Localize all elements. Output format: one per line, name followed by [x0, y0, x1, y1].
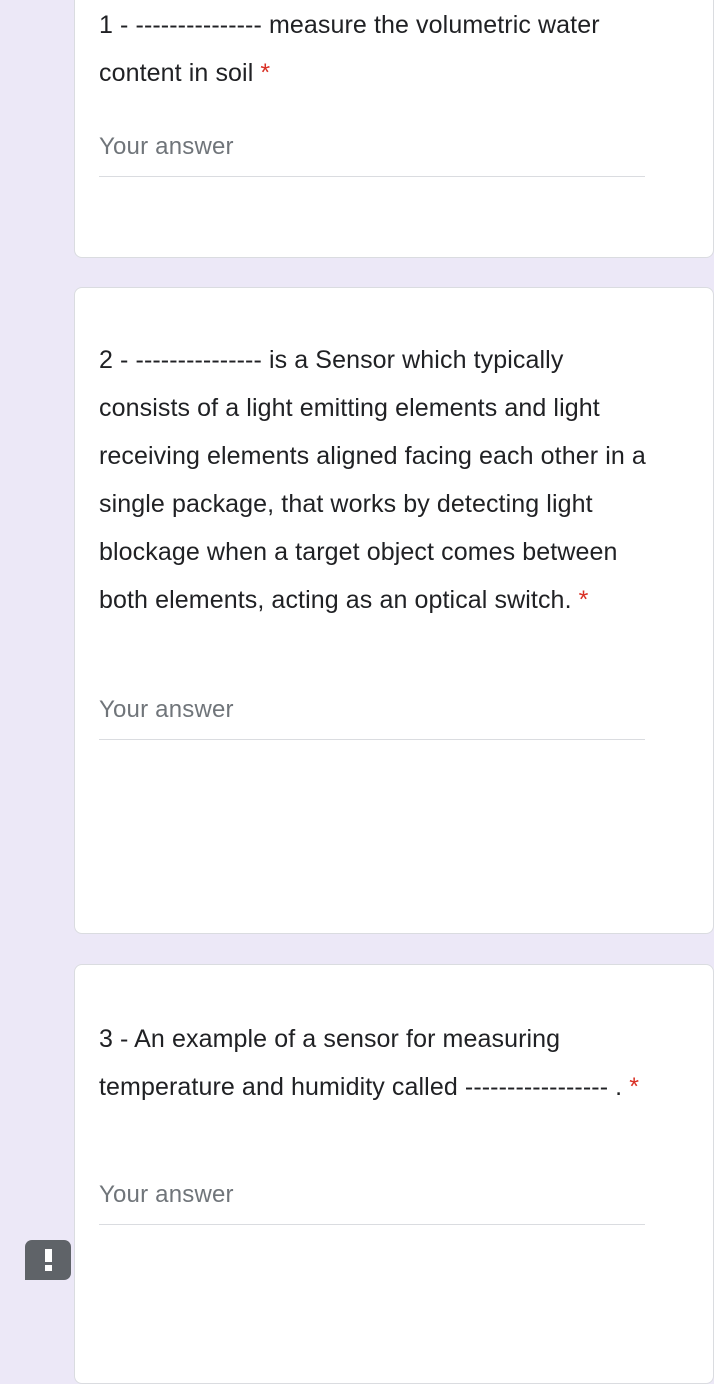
exclamation-glyph: [44, 1249, 52, 1271]
question-1-answer-placeholder[interactable]: Your answer: [99, 131, 645, 176]
question-1-required-asterisk: *: [260, 59, 271, 87]
question-2-answer-block[interactable]: Your answer: [99, 694, 645, 740]
question-1-answer-underline: [99, 176, 645, 177]
question-card-2[interactable]: 2 - --------------- is a Sensor which ty…: [74, 287, 714, 934]
question-card-1[interactable]: 1 - --------------- measure the volumetr…: [74, 0, 714, 258]
question-3-title: 3 - An example of a sensor for measuring…: [99, 965, 659, 1111]
question-2-required-asterisk: *: [578, 586, 589, 614]
question-2-title-text: 2 - --------------- is a Sensor which ty…: [99, 346, 646, 614]
question-3-answer-block[interactable]: Your answer: [99, 1179, 645, 1225]
question-1-title-text: 1 - --------------- measure the volumetr…: [99, 11, 600, 87]
question-3-answer-placeholder[interactable]: Your answer: [99, 1179, 645, 1224]
question-card-3[interactable]: 3 - An example of a sensor for measuring…: [74, 964, 714, 1384]
question-2-answer-underline: [99, 739, 645, 740]
question-1-inner: 1 - --------------- measure the volumetr…: [99, 0, 689, 177]
question-2-inner: 2 - --------------- is a Sensor which ty…: [99, 288, 689, 740]
exclamation-icon[interactable]: [25, 1240, 71, 1280]
question-1-title: 1 - --------------- measure the volumetr…: [99, 1, 659, 97]
question-1-answer-block[interactable]: Your answer: [99, 131, 645, 177]
question-2-answer-placeholder[interactable]: Your answer: [99, 694, 645, 739]
exclamation-dot: [44, 1265, 52, 1271]
question-2-title: 2 - --------------- is a Sensor which ty…: [99, 288, 659, 624]
question-3-required-asterisk: *: [629, 1073, 640, 1101]
question-3-title-text: 3 - An example of a sensor for measuring…: [99, 1025, 623, 1101]
exclamation-bar: [44, 1249, 52, 1262]
question-3-answer-underline: [99, 1224, 645, 1225]
question-3-inner: 3 - An example of a sensor for measuring…: [99, 965, 689, 1225]
